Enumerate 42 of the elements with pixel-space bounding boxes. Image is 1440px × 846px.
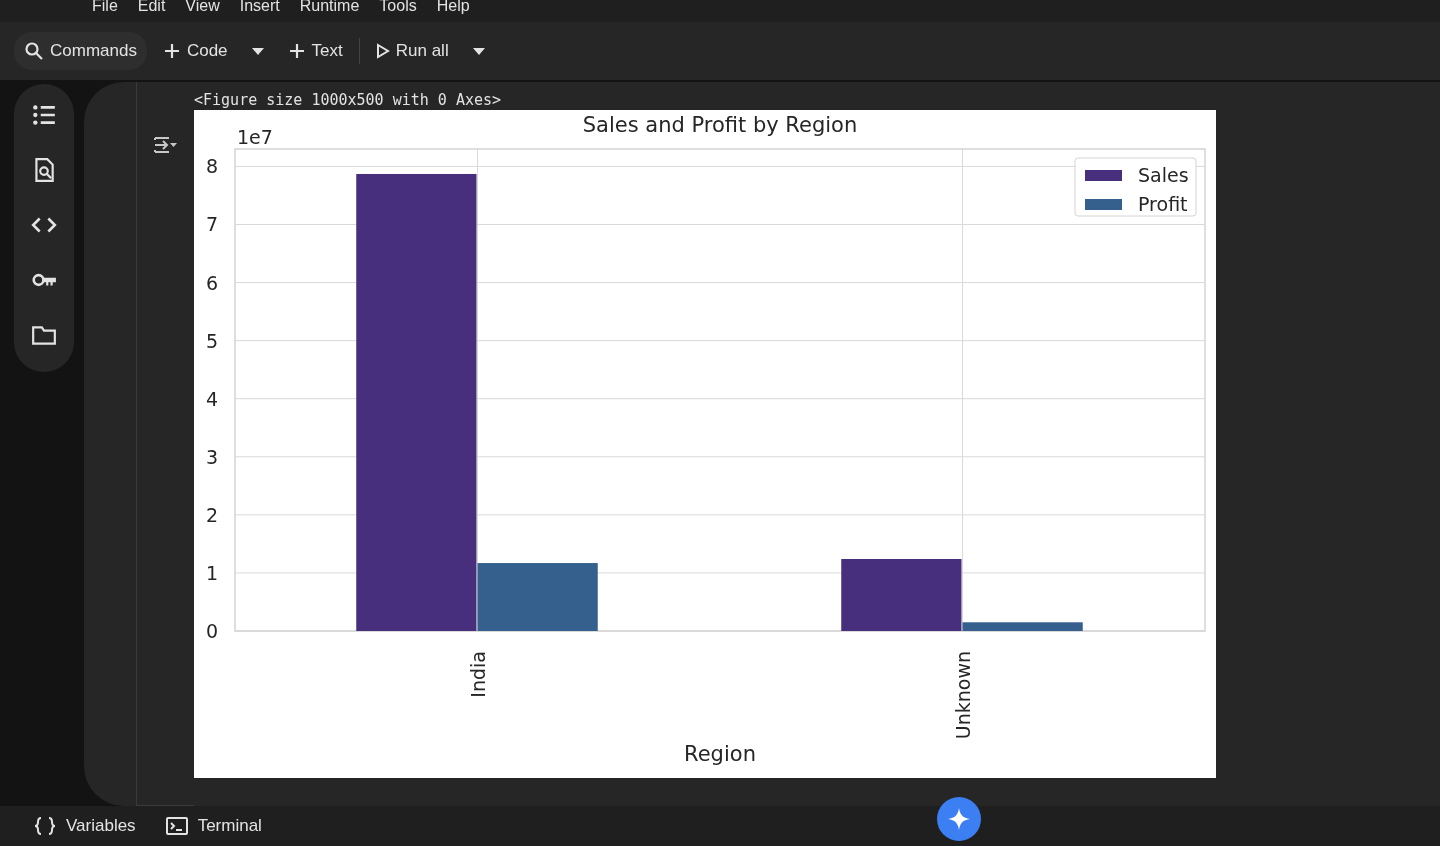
tick-label: 5: [205, 329, 219, 352]
menu-item[interactable]: Help: [436, 0, 470, 14]
braces-icon: [34, 817, 56, 835]
plus-icon: [162, 42, 181, 60]
caret-icon: [251, 47, 264, 55]
legend-label: Profit: [1138, 193, 1188, 215]
tick-label: 8: [205, 155, 219, 178]
toolbar-button[interactable]: Text: [277, 32, 353, 70]
toolbar-button[interactable]: Run all: [365, 32, 459, 70]
play-icon: [375, 43, 390, 59]
axis-offset-label: 1e7: [237, 126, 273, 148]
tick-label: 7: [205, 213, 219, 236]
tick-label: 4: [205, 387, 219, 410]
commands-button[interactable]: Commands: [14, 32, 147, 70]
variables-button[interactable]: Variables: [34, 813, 136, 839]
menu-item[interactable]: Runtime: [299, 0, 360, 14]
tick-label: 3: [205, 445, 219, 468]
menu-item[interactable]: File: [92, 0, 118, 14]
caret-icon: [472, 47, 485, 55]
collapse-output-icon[interactable]: [152, 134, 179, 156]
tick-label: 6: [205, 271, 219, 294]
menu-item[interactable]: View: [185, 0, 220, 14]
chart-title: Sales and Profit by Region: [582, 113, 858, 137]
terminal-button[interactable]: Terminal: [165, 813, 262, 839]
category-label: India: [466, 651, 489, 698]
legend-label: Sales: [1138, 164, 1189, 186]
sparkle-button[interactable]: [937, 797, 981, 841]
menu-item[interactable]: Insert: [239, 0, 280, 14]
plus-icon: [287, 42, 306, 60]
menu-item[interactable]: Tools: [379, 0, 417, 14]
axis-title: Region: [684, 742, 756, 766]
menu-item[interactable]: Edit: [137, 0, 166, 14]
list-icon[interactable]: [31, 102, 57, 128]
search-icon: [24, 41, 44, 61]
sparkle-icon: [947, 807, 971, 831]
output-text: <Figure size 1000x500 with 0 Axes>: [194, 90, 503, 110]
category-label: Unknown: [951, 651, 974, 740]
terminal-icon: [165, 817, 188, 835]
tick-label: 2: [205, 503, 219, 526]
tick-label: 1: [205, 561, 219, 584]
tick-label: 0: [205, 620, 219, 642]
toolbar-button[interactable]: Code: [152, 32, 238, 70]
